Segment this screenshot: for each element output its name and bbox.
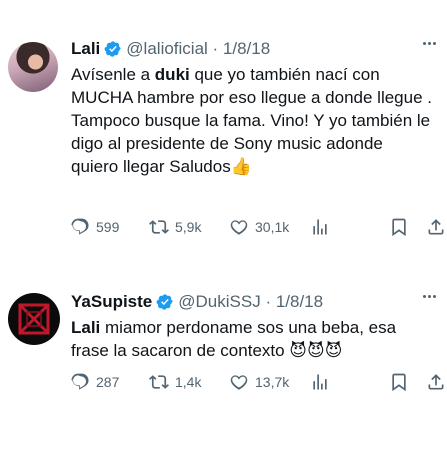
bookmark-icon [392,218,406,237]
bookmark-button[interactable] [389,217,409,237]
text-line: Tampoco busque la fama. Vino! Y yo tambi… [71,111,431,130]
author-handle[interactable]: @DukiSSJ [178,292,260,312]
like-button[interactable]: 30,1k [229,217,289,237]
bookmark-icon [392,373,406,392]
mention-duki: duki [154,65,190,84]
tweet-text: Avísenle a duki que yo también nací con … [71,63,443,178]
tweet-text: Lali miamor perdoname sos una beba, esa … [71,316,443,362]
separator-dot: · [207,39,223,58]
logo-icon [18,303,50,335]
repost-icon [149,375,169,389]
like-count: 30,1k [255,219,290,235]
thumbs-up-emoji: 👍 [230,157,252,176]
views-icon [313,374,327,390]
tweet-date[interactable]: 1/8/18 [276,292,323,312]
verified-badge-icon [104,40,122,58]
repost-button[interactable]: 5,9k [149,217,201,237]
repost-count: 5,9k [175,219,202,235]
mention-lali: Lali [71,318,101,337]
author-name[interactable]: YaSupiste [71,292,152,312]
share-icon [428,374,444,390]
bookmark-button[interactable] [389,372,409,392]
more-icon[interactable] [423,295,436,298]
tweet-date[interactable]: 1/8/18 [223,39,270,59]
share-button[interactable] [426,217,446,237]
like-count: 13,7k [255,374,290,390]
share-button[interactable] [426,372,446,392]
author-handle[interactable]: @lalioficial [126,39,208,59]
reply-icon [71,218,89,235]
text-line: frase la sacaron de contexto 😈😈😈 [71,341,343,360]
repost-count: 1,4k [175,374,202,390]
tweet-header: YaSupiste @DukiSSJ · 1/8/18 [71,291,323,313]
text-line: digo al presidente de Sony music adonde [71,134,383,153]
action-bar: 287 1,4k 13,7k [70,372,447,394]
reply-icon [71,373,89,390]
repost-icon [149,220,169,234]
avatar[interactable] [8,293,60,345]
heart-icon [230,220,248,235]
separator-dot: · [260,292,276,311]
tweet-header: Lali @lalioficial · 1/8/18 [71,38,270,60]
text-line: MUCHA hambre por eso llegue a donde lleg… [71,88,432,107]
text-line: Avísenle a duki que yo también nací con [71,65,380,84]
reply-button[interactable]: 599 [70,217,119,237]
reply-count: 599 [96,219,120,235]
repost-button[interactable]: 1,4k [149,372,201,392]
heart-icon [230,375,248,390]
avatar[interactable] [8,42,58,92]
reply-count: 287 [96,374,120,390]
views-button[interactable] [310,217,330,237]
verified-badge-icon [156,293,174,311]
text-line: Lali miamor perdoname sos una beba, esa [71,318,397,337]
views-button[interactable] [310,372,330,392]
share-icon [428,219,444,235]
devil-emojis: 😈😈😈 [289,341,343,360]
views-icon [313,219,327,235]
like-button[interactable]: 13,7k [229,372,289,392]
reply-button[interactable]: 287 [70,372,119,392]
author-name[interactable]: Lali [71,39,100,59]
text-line: quiero llegar Saludos👍 [71,157,252,176]
action-bar: 599 5,9k 30,1k [70,217,447,239]
more-icon[interactable] [423,42,436,45]
